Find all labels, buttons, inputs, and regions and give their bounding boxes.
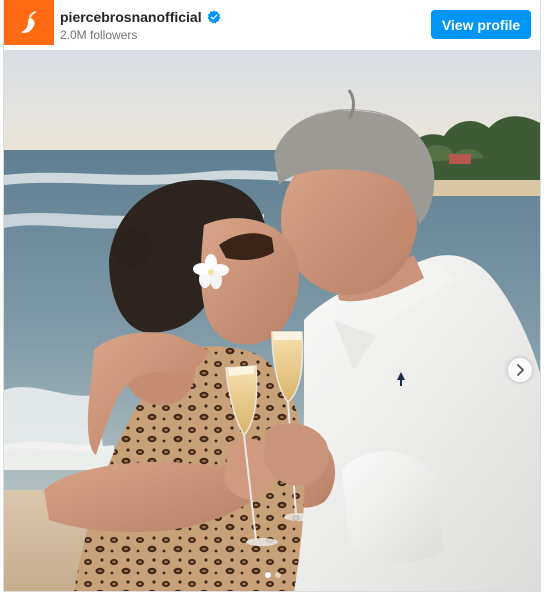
carousel-dot-active — [265, 572, 271, 578]
post-photo[interactable] — [4, 50, 540, 591]
post-header: piercebrosnanofficial 2.0M followers Vie… — [4, 0, 540, 50]
username-row: piercebrosnanofficial — [60, 9, 221, 25]
carousel-dot — [275, 572, 281, 578]
carousel-indicator — [4, 572, 540, 578]
chili-pepper-icon — [21, 10, 36, 33]
chevron-right-icon — [517, 364, 524, 376]
couple-beach-photo — [4, 50, 540, 591]
follower-count: 2.0M followers — [60, 28, 138, 42]
view-profile-button[interactable]: View profile — [431, 10, 531, 39]
carousel-next-button[interactable] — [508, 358, 532, 382]
verified-badge-icon — [207, 10, 221, 24]
instagram-embed-card: piercebrosnanofficial 2.0M followers Vie… — [3, 0, 541, 592]
avatar[interactable] — [4, 0, 54, 45]
username-link[interactable]: piercebrosnanofficial — [60, 9, 202, 25]
